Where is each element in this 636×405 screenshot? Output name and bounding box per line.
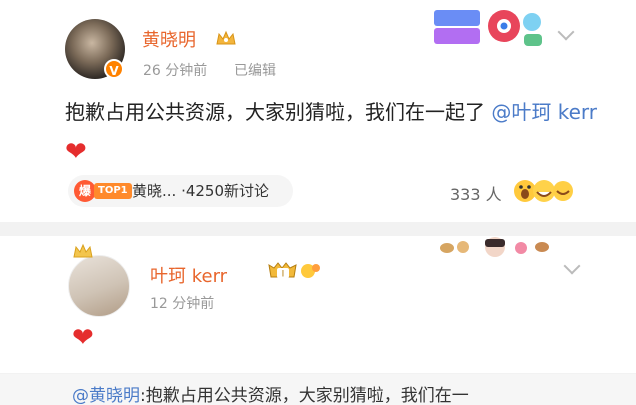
topic-text: 黄晓... ·4250新讨论 bbox=[132, 182, 270, 200]
chevron-down-icon[interactable] bbox=[557, 23, 575, 41]
verified-badge: V bbox=[104, 59, 124, 79]
decoration-sticker-icon bbox=[440, 237, 549, 257]
quoted-post[interactable]: @黄晓明:抱歉占用公共资源，大家别猜啦，我们在一 bbox=[0, 374, 636, 405]
quoted-content: :抱歉占用公共资源，大家别猜啦，我们在一 bbox=[140, 386, 469, 405]
heart-icon: ❤ bbox=[65, 137, 87, 167]
edited-label[interactable]: 已编辑 bbox=[234, 60, 276, 80]
quoted-text: @黄晓明:抱歉占用公共资源，大家别猜啦，我们在一 bbox=[72, 381, 469, 405]
crown-icon-2 bbox=[73, 243, 93, 258]
member-level-icon: I bbox=[268, 262, 297, 280]
post-card-1: V 黄晓明 26 分钟前 已编辑 抱歉占用公共资源，大家别猜啦，我们在一起了 @… bbox=[0, 0, 636, 222]
post-time: 26 分钟前 bbox=[143, 63, 208, 79]
topic-rank-badge: TOP1 bbox=[94, 183, 132, 199]
post-body: 抱歉占用公共资源，大家别猜啦，我们在一起了 @叶珂 kerr ❤ bbox=[65, 92, 605, 173]
emoji-icon bbox=[301, 264, 320, 278]
avatar-2[interactable] bbox=[68, 255, 130, 317]
heart-icon-2: ❤ bbox=[72, 323, 94, 353]
mention-link[interactable]: @叶珂 kerr bbox=[491, 100, 597, 124]
trending-topic-pill[interactable]: 爆 TOP1 黄晓... ·4250新讨论 bbox=[68, 175, 293, 207]
reaction-emoji-icon[interactable] bbox=[514, 178, 574, 204]
festival-sticker-icon bbox=[434, 10, 542, 46]
username[interactable]: 黄晓明 bbox=[142, 26, 196, 52]
post-body-text: 抱歉占用公共资源，大家别猜啦，我们在一起了 bbox=[65, 100, 492, 124]
reaction-count[interactable]: 333 人 bbox=[450, 181, 502, 205]
member-level-value: I bbox=[282, 270, 285, 280]
crown-icon bbox=[216, 30, 236, 45]
hot-icon: 爆 bbox=[74, 180, 96, 202]
post-time-2: 12 分钟前 bbox=[150, 296, 215, 312]
username-2[interactable]: 叶珂 kerr bbox=[150, 262, 227, 288]
quoted-author[interactable]: @黄晓明 bbox=[72, 386, 140, 405]
